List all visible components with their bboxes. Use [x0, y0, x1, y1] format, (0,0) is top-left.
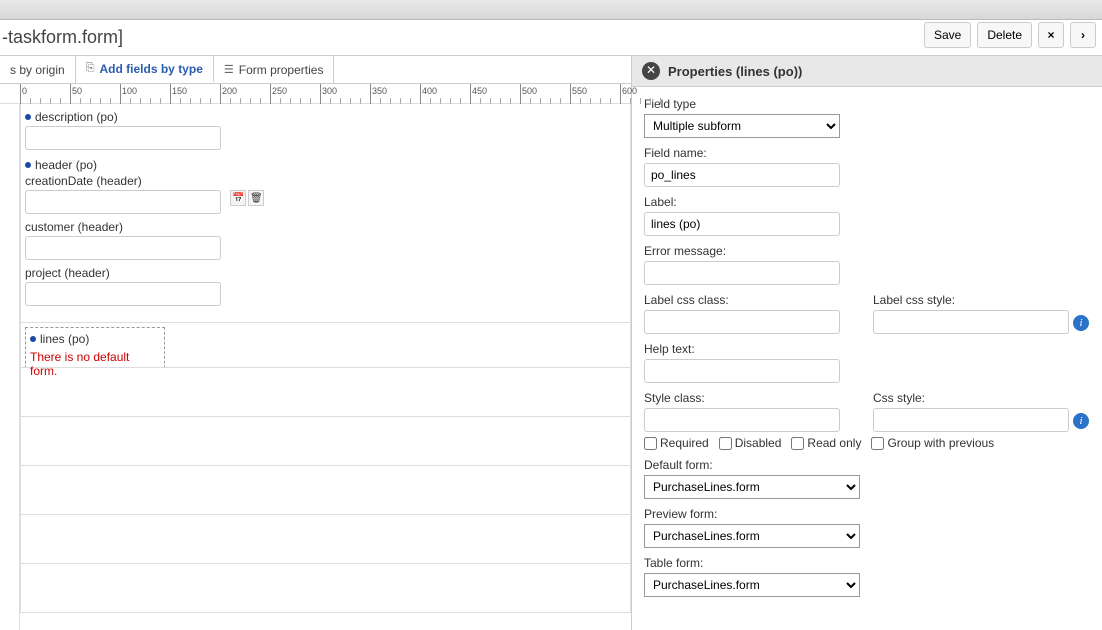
preview-form-select[interactable]: PurchaseLines.form — [644, 524, 860, 548]
groupprev-checkbox[interactable] — [871, 437, 884, 450]
main-area: s by origin ⎘ Add fields by type ☰ Form … — [0, 56, 1102, 630]
label-label: Label: — [644, 195, 1090, 209]
field-label: description (po) — [35, 110, 118, 124]
label-css-style-label: Label css style: — [873, 293, 1090, 307]
list-icon: ☰ — [224, 63, 234, 76]
css-style-input[interactable] — [873, 408, 1069, 432]
creationdate-input[interactable] — [25, 190, 221, 214]
tab-add-fields-by-type[interactable]: ⎘ Add fields by type — [76, 56, 214, 83]
help-text-input[interactable] — [644, 359, 840, 383]
readonly-label: Read only — [807, 436, 861, 450]
field-name-label: Field name: — [644, 146, 1090, 160]
canvas-cell[interactable] — [20, 416, 631, 466]
canvas-wrap: description (po) header (po) creationDat… — [0, 104, 631, 630]
left-panel: s by origin ⎘ Add fields by type ☰ Form … — [0, 56, 632, 630]
error-input[interactable] — [644, 261, 840, 285]
default-form-select[interactable]: PurchaseLines.form — [644, 475, 860, 499]
table-form-label: Table form: — [644, 556, 1090, 570]
canvas-cell[interactable] — [20, 563, 631, 613]
readonly-checkbox[interactable] — [791, 437, 804, 450]
canvas-cell[interactable]: description (po) header (po) creationDat… — [20, 104, 631, 323]
save-button[interactable]: Save — [924, 22, 971, 48]
dot-icon — [30, 336, 36, 342]
tab-label: Form properties — [239, 63, 324, 77]
canvas-cell[interactable] — [20, 465, 631, 515]
breadcrumb: -taskform.form] — [0, 27, 123, 48]
trash-icon[interactable]: 🗑 — [248, 190, 264, 206]
field-header[interactable]: header (po) creationDate (header) 📅 🗑 cu… — [21, 152, 630, 308]
form-canvas[interactable]: description (po) header (po) creationDat… — [20, 104, 631, 630]
header-actions: Save Delete × › — [924, 22, 1096, 48]
required-checkbox[interactable] — [644, 437, 657, 450]
field-type-select[interactable]: Multiple subform — [644, 114, 840, 138]
project-input[interactable] — [25, 282, 221, 306]
properties-title: Properties (lines (po)) — [668, 64, 802, 79]
ruler-horizontal: 050100150200250300350400450500550600 — [0, 84, 631, 104]
canvas-cell[interactable]: lines (po) There is no default form. — [20, 322, 631, 368]
field-label: header (po) — [35, 158, 97, 172]
field-label: creationDate (header) — [25, 174, 142, 188]
label-css-style-input[interactable] — [873, 310, 1069, 334]
calendar-icon[interactable]: 📅 — [230, 190, 246, 206]
tab-fields-by-origin[interactable]: s by origin — [0, 56, 76, 83]
ruler-vertical — [0, 104, 20, 630]
customer-input[interactable] — [25, 236, 221, 260]
preview-form-label: Preview form: — [644, 507, 1090, 521]
style-class-label: Style class: — [644, 391, 861, 405]
disabled-label: Disabled — [735, 436, 782, 450]
info-icon[interactable]: i — [1073, 413, 1089, 429]
error-label: Error message: — [644, 244, 1090, 258]
tab-label: Add fields by type — [100, 62, 203, 76]
default-form-label: Default form: — [644, 458, 1090, 472]
dot-icon — [25, 162, 31, 168]
checkbox-row: Required Disabled Read only Group with p… — [644, 436, 1090, 450]
field-type-label: Field type — [644, 97, 1090, 111]
info-icon[interactable]: i — [1073, 315, 1089, 331]
label-css-class-input[interactable] — [644, 310, 840, 334]
close-button[interactable]: × — [1038, 22, 1064, 48]
field-description[interactable]: description (po) — [21, 104, 630, 152]
properties-header: ✕ Properties (lines (po)) — [632, 56, 1102, 87]
properties-body: Field type Multiple subform Field name: … — [632, 87, 1102, 625]
label-css-class-label: Label css class: — [644, 293, 861, 307]
tabs-bar: s by origin ⎘ Add fields by type ☰ Form … — [0, 56, 631, 84]
canvas-cell[interactable] — [20, 514, 631, 564]
field-name-input[interactable] — [644, 163, 840, 187]
overflow-button[interactable]: › — [1070, 22, 1096, 48]
delete-button[interactable]: Delete — [977, 22, 1032, 48]
description-input[interactable] — [25, 126, 221, 150]
app-topbar — [0, 0, 1102, 20]
dot-icon — [25, 114, 31, 120]
label-input[interactable] — [644, 212, 840, 236]
css-style-label: Css style: — [873, 391, 1090, 405]
canvas-cell[interactable] — [20, 367, 631, 417]
style-class-input[interactable] — [644, 408, 840, 432]
link-icon: ⎘ — [86, 62, 95, 75]
field-label: project (header) — [25, 266, 110, 280]
field-label: lines (po) — [40, 332, 89, 346]
close-icon[interactable]: ✕ — [642, 62, 660, 80]
disabled-checkbox[interactable] — [719, 437, 732, 450]
table-form-select[interactable]: PurchaseLines.form — [644, 573, 860, 597]
field-label: customer (header) — [25, 220, 123, 234]
help-text-label: Help text: — [644, 342, 1090, 356]
properties-panel: ✕ Properties (lines (po)) Field type Mul… — [632, 56, 1102, 630]
tab-form-properties[interactable]: ☰ Form properties — [214, 56, 335, 83]
tab-label: s by origin — [10, 63, 65, 77]
groupprev-label: Group with previous — [887, 436, 994, 450]
required-label: Required — [660, 436, 709, 450]
